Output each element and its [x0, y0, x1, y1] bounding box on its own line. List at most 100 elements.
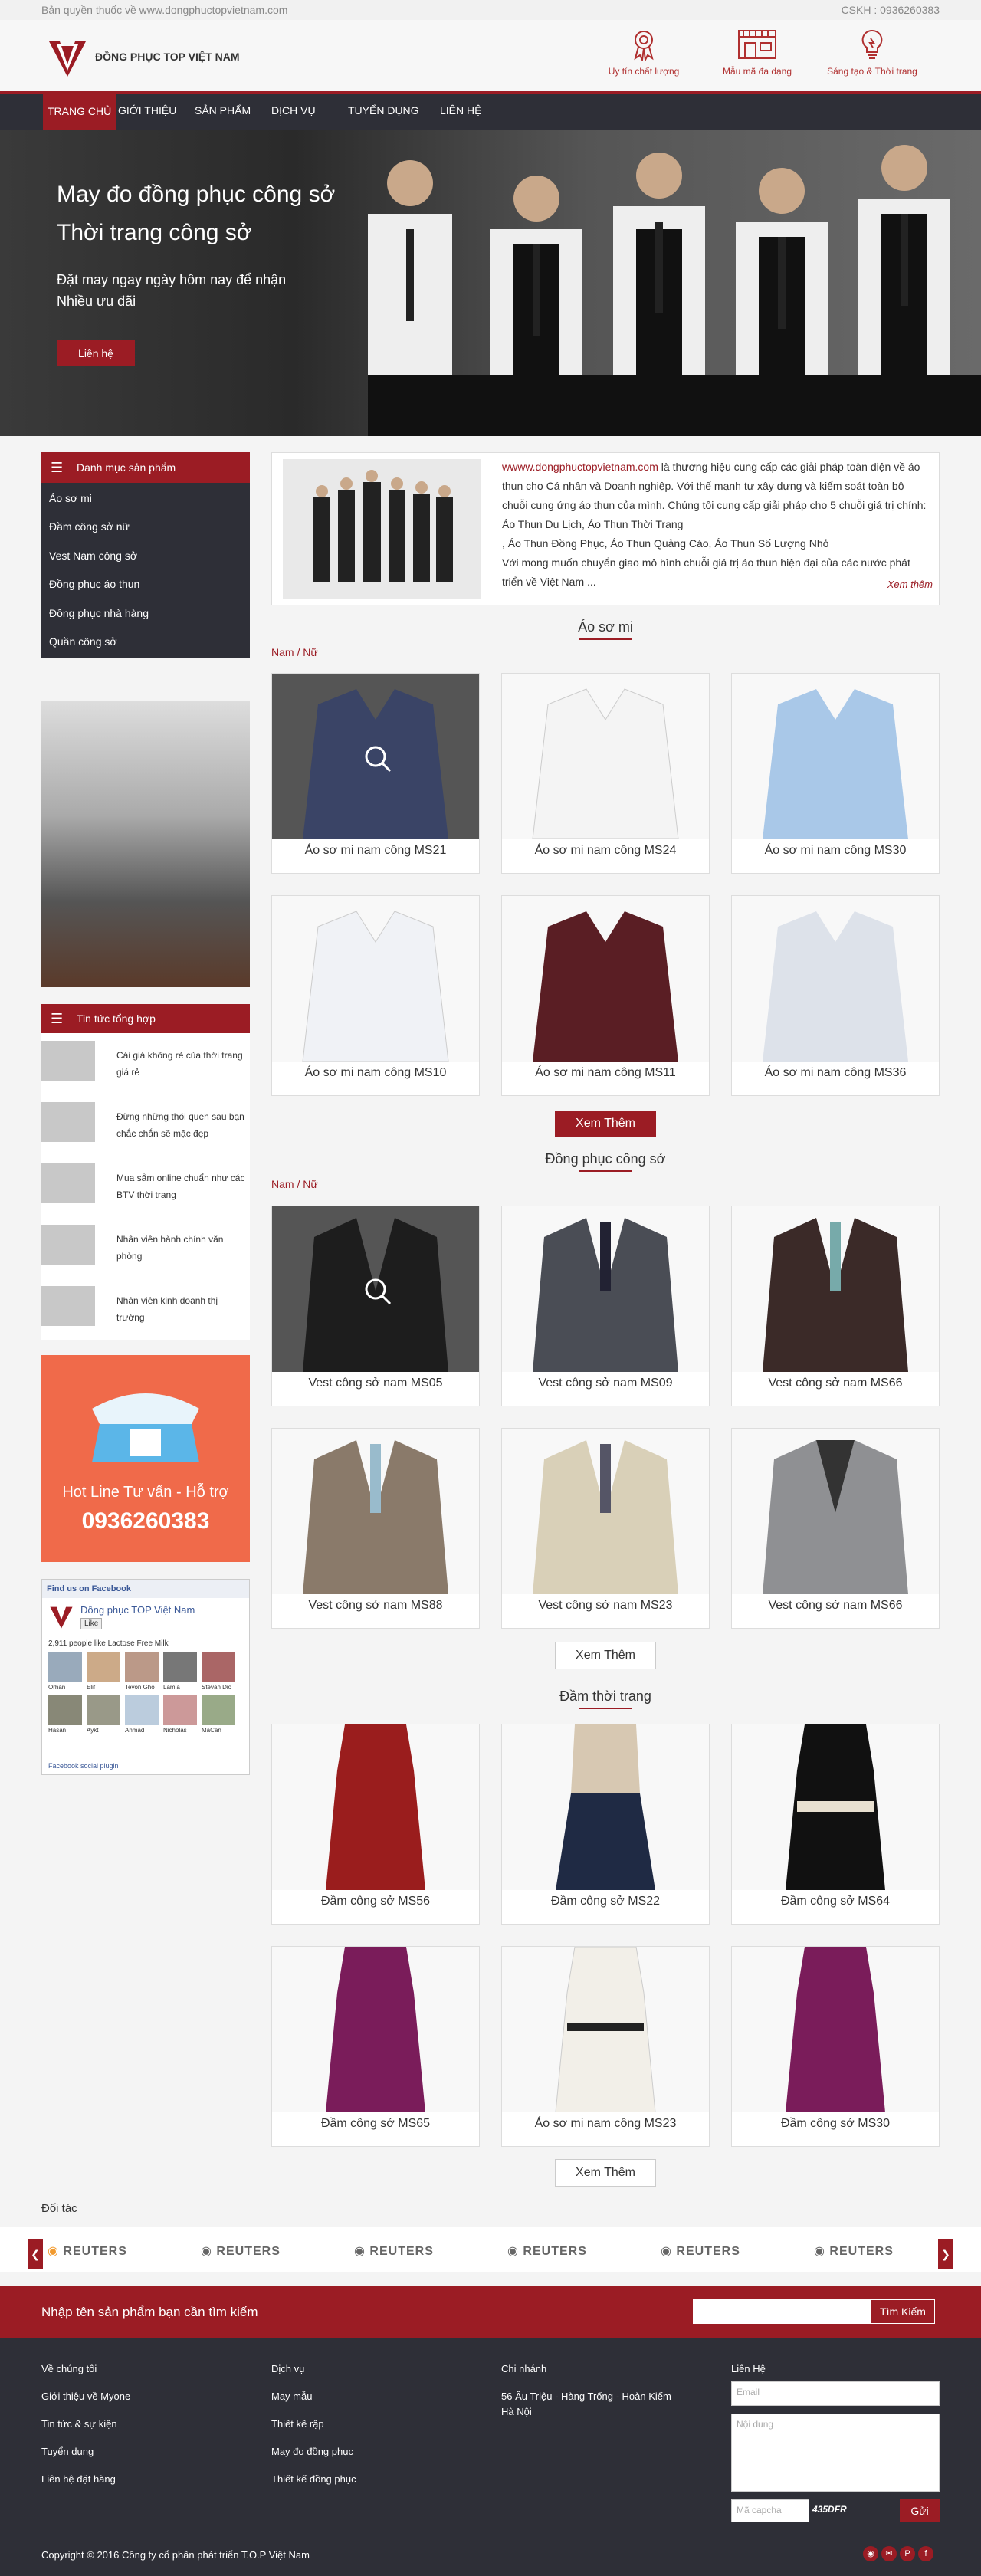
hero-contact-button[interactable]: Liên hệ	[57, 340, 135, 366]
next-arrow-icon[interactable]: ❯	[938, 2239, 953, 2269]
product-image[interactable]	[502, 1724, 709, 1890]
section-title[interactable]: Đồng phục công sở	[529, 1151, 682, 1172]
nav-careers[interactable]: TUYỂN DỤNG	[348, 104, 419, 116]
news-item[interactable]: Nhân viên hành chính văn phòng	[41, 1225, 250, 1286]
news-item[interactable]: Mua sắm online chuẩn như các BTV thời tr…	[41, 1163, 250, 1225]
fb-avatar[interactable]	[48, 1695, 82, 1725]
product-image[interactable]	[272, 1724, 479, 1890]
menu-icon[interactable]: ☰	[51, 460, 63, 476]
email-icon[interactable]: ✉	[881, 2546, 897, 2561]
product-name[interactable]: Đầm công sở MS65	[272, 2117, 479, 2131]
product-card[interactable]: Áo sơ mi nam công MS36	[731, 895, 940, 1096]
product-card[interactable]: Áo sơ mi nam công MS23	[501, 1946, 710, 2147]
section-title[interactable]: Áo sơ mi	[529, 619, 682, 640]
product-image[interactable]	[732, 1206, 939, 1372]
nav-services[interactable]: DỊCH VỤ	[271, 104, 316, 116]
fb-page-logo[interactable]	[48, 1604, 74, 1630]
product-image[interactable]	[732, 1429, 939, 1594]
read-more-link[interactable]: Xem thêm	[887, 579, 933, 590]
section-crumb[interactable]: Nam / Nữ	[271, 646, 318, 658]
partner-name[interactable]: REUTERS	[676, 2245, 740, 2258]
product-name[interactable]: Vest công sở nam MS88	[272, 1599, 479, 1613]
news-item-title[interactable]: Đừng những thói quen sau bạn chắc chắn s…	[116, 1108, 247, 1142]
product-name[interactable]: Vest công sở nam MS66	[732, 1599, 939, 1613]
product-card[interactable]: Áo sơ mi nam công MS11	[501, 895, 710, 1096]
hotline-banner[interactable]: Hot Line Tư vấn - Hỗ trợ 0936260383	[41, 1355, 250, 1562]
product-name[interactable]: Áo sơ mi nam công MS24	[502, 844, 709, 858]
email-field[interactable]: Email	[731, 2381, 940, 2406]
news-thumbnail[interactable]	[41, 1041, 95, 1081]
product-image[interactable]	[732, 896, 939, 1062]
product-name[interactable]: Áo sơ mi nam công MS11	[502, 1066, 709, 1080]
news-thumbnail[interactable]	[41, 1102, 95, 1142]
news-item-title[interactable]: Nhân viên hành chính văn phòng	[116, 1231, 247, 1265]
product-name[interactable]: Áo sơ mi nam công MS30	[732, 844, 939, 858]
news-item-title[interactable]: Nhân viên kinh doanh thị trường	[116, 1292, 247, 1326]
view-more-button[interactable]: Xem Thêm	[555, 1642, 656, 1669]
product-name[interactable]: Vest công sở nam MS23	[502, 1599, 709, 1613]
nav-products[interactable]: SẢN PHẨM	[195, 104, 251, 116]
product-image[interactable]	[272, 1947, 479, 2112]
news-item-title[interactable]: Mua sắm online chuẩn như các BTV thời tr…	[116, 1170, 247, 1203]
section-title-text[interactable]: Đầm thời trang	[559, 1688, 651, 1704]
news-thumbnail[interactable]	[41, 1225, 95, 1265]
product-name[interactable]: Đầm công sở MS30	[732, 2117, 939, 2131]
footer-link[interactable]: Liên hệ đặt hàng	[41, 2473, 116, 2485]
fb-avatar[interactable]	[125, 1695, 159, 1725]
partner-logo[interactable]: ◉ REUTERS	[507, 2243, 587, 2259]
news-item[interactable]: Cái giá không rẻ của thời trang giá rẻ	[41, 1041, 250, 1102]
category-item[interactable]: Quần công sở	[49, 635, 117, 648]
fb-avatar[interactable]	[87, 1695, 120, 1725]
search-input[interactable]	[693, 2299, 871, 2324]
product-image[interactable]	[272, 1429, 479, 1594]
product-card[interactable]: Áo sơ mi nam công MS24	[501, 673, 710, 874]
product-card[interactable]: Vest công sở nam MS88	[271, 1428, 480, 1629]
category-item[interactable]: Áo sơ mi	[49, 492, 92, 504]
nav-about[interactable]: GIỚI THIỆU	[118, 104, 176, 116]
news-thumbnail[interactable]	[41, 1286, 95, 1326]
fb-avatar[interactable]	[202, 1695, 235, 1725]
fb-avatar[interactable]	[87, 1652, 120, 1682]
product-card[interactable]: Vest công sở nam MS66	[731, 1206, 940, 1406]
nav-home[interactable]: TRANG CHỦ	[43, 94, 116, 130]
product-image[interactable]	[732, 674, 939, 839]
product-card[interactable]: Đầm công sở MS30	[731, 1946, 940, 2147]
fb-plugin-label[interactable]: Facebook social plugin	[48, 1762, 119, 1770]
product-name[interactable]: Áo sơ mi nam công MS36	[732, 1066, 939, 1080]
partner-logo[interactable]: ◉ REUTERS	[48, 2243, 127, 2259]
rss-icon[interactable]: ◉	[863, 2546, 878, 2561]
product-image[interactable]	[502, 1206, 709, 1372]
category-item[interactable]: Vest Nam công sở	[49, 550, 137, 562]
fb-avatar[interactable]	[202, 1652, 235, 1682]
footer-heading[interactable]: Về chúng tôi	[41, 2363, 97, 2374]
hotline-number[interactable]: 0936260383	[52, 1508, 239, 1534]
sidebar-banner-image[interactable]	[41, 701, 250, 987]
product-image[interactable]	[732, 1947, 939, 2112]
nav-contact[interactable]: LIÊN HỆ	[440, 104, 481, 116]
footer-link[interactable]: Thiết kế rập	[271, 2418, 324, 2430]
facebook-icon[interactable]: f	[918, 2546, 933, 2561]
product-image[interactable]	[272, 1206, 479, 1372]
partner-logo[interactable]: ◉ REUTERS	[354, 2243, 434, 2259]
message-field[interactable]: Nội dung	[731, 2414, 940, 2492]
fb-avatar[interactable]	[163, 1652, 197, 1682]
pinterest-icon[interactable]: P	[900, 2546, 915, 2561]
product-card[interactable]: Vest công sở nam MS66	[731, 1428, 940, 1629]
prev-arrow-icon[interactable]: ❮	[28, 2239, 43, 2269]
fb-avatar[interactable]	[125, 1652, 159, 1682]
product-card[interactable]: Vest công sở nam MS05	[271, 1206, 480, 1406]
fb-like-button[interactable]: Like	[80, 1618, 103, 1629]
news-thumbnail[interactable]	[41, 1163, 95, 1203]
menu-icon[interactable]: ☰	[51, 1011, 63, 1027]
product-name[interactable]: Đầm công sở MS22	[502, 1895, 709, 1908]
product-card[interactable]: Vest công sở nam MS09	[501, 1206, 710, 1406]
footer-heading[interactable]: Dịch vụ	[271, 2363, 304, 2374]
fb-avatar[interactable]	[163, 1695, 197, 1725]
category-item[interactable]: Đồng phục áo thun	[49, 578, 139, 590]
category-item[interactable]: Đầm công sở nữ	[49, 520, 130, 533]
footer-link[interactable]: Giới thiệu về Myone	[41, 2391, 130, 2402]
section-crumb[interactable]: Nam / Nữ	[271, 1178, 318, 1190]
product-card[interactable]: Đầm công sở MS64	[731, 1724, 940, 1925]
footer-link[interactable]: May đo đồng phục	[271, 2446, 353, 2457]
product-name[interactable]: Vest công sở nam MS66	[732, 1377, 939, 1390]
